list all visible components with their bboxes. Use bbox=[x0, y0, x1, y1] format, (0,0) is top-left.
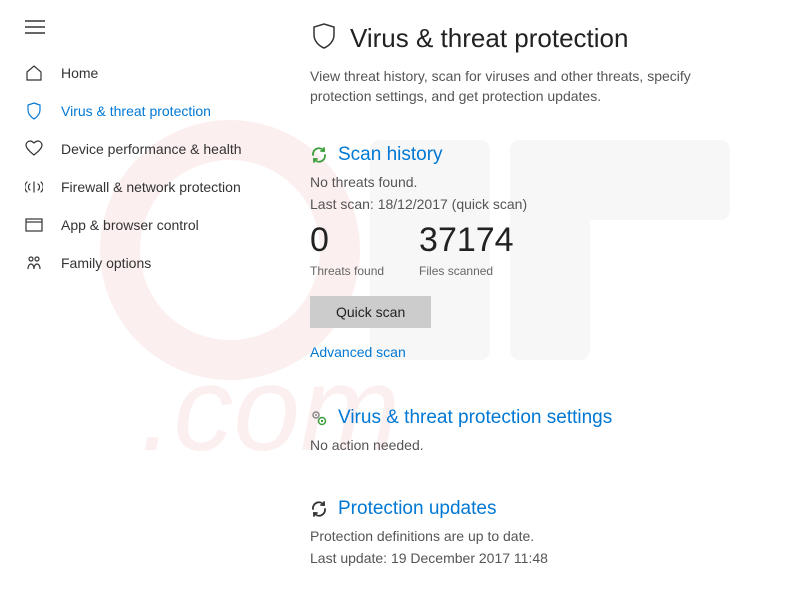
network-icon bbox=[25, 178, 43, 196]
sidebar: Home Virus & threat protection Device pe… bbox=[0, 0, 275, 591]
main-content: Virus & threat protection View threat hi… bbox=[275, 0, 790, 591]
sidebar-item-family[interactable]: Family options bbox=[0, 244, 275, 282]
shield-icon bbox=[25, 102, 43, 120]
sidebar-item-label: Family options bbox=[61, 255, 151, 271]
page-description: View threat history, scan for viruses an… bbox=[310, 67, 740, 106]
gear-icon bbox=[310, 409, 328, 427]
sidebar-item-label: Device performance & health bbox=[61, 141, 242, 157]
refresh-icon bbox=[310, 146, 328, 164]
sidebar-item-virus-threat[interactable]: Virus & threat protection bbox=[0, 92, 275, 130]
refresh-icon bbox=[310, 500, 328, 518]
threats-count: 0 bbox=[310, 222, 384, 259]
settings-header[interactable]: Virus & threat protection settings bbox=[310, 407, 750, 429]
sidebar-item-app-browser[interactable]: App & browser control bbox=[0, 206, 275, 244]
files-scanned-stat: 37174 Files scanned bbox=[419, 222, 514, 277]
hamburger-icon bbox=[25, 20, 45, 34]
no-threats-text: No threats found. bbox=[310, 174, 750, 190]
page-title: Virus & threat protection bbox=[350, 23, 628, 54]
heart-icon bbox=[25, 140, 43, 158]
home-icon bbox=[25, 64, 43, 82]
threats-found-stat: 0 Threats found bbox=[310, 222, 384, 277]
sidebar-item-firewall[interactable]: Firewall & network protection bbox=[0, 168, 275, 206]
files-label: Files scanned bbox=[419, 264, 514, 278]
sidebar-item-label: Home bbox=[61, 65, 98, 81]
settings-status: No action needed. bbox=[310, 437, 750, 453]
last-update-text: Last update: 19 December 2017 11:48 bbox=[310, 550, 750, 566]
scan-history-link: Scan history bbox=[338, 144, 443, 166]
threats-label: Threats found bbox=[310, 264, 384, 278]
updates-status: Protection definitions are up to date. bbox=[310, 528, 750, 544]
quick-scan-button[interactable]: Quick scan bbox=[310, 296, 431, 328]
advanced-scan-link[interactable]: Advanced scan bbox=[310, 344, 406, 360]
settings-link: Virus & threat protection settings bbox=[338, 407, 612, 429]
sidebar-item-label: Virus & threat protection bbox=[61, 103, 211, 119]
scan-history-header[interactable]: Scan history bbox=[310, 144, 750, 166]
hamburger-menu-button[interactable] bbox=[0, 20, 275, 54]
page-header: Virus & threat protection bbox=[310, 22, 750, 55]
last-scan-text: Last scan: 18/12/2017 (quick scan) bbox=[310, 196, 750, 212]
protection-updates-header[interactable]: Protection updates bbox=[310, 498, 750, 520]
family-icon bbox=[25, 254, 43, 272]
files-count: 37174 bbox=[419, 222, 514, 259]
sidebar-item-home[interactable]: Home bbox=[0, 54, 275, 92]
shield-icon bbox=[310, 22, 338, 55]
protection-updates-link: Protection updates bbox=[338, 498, 496, 520]
scan-stats: 0 Threats found 37174 Files scanned bbox=[310, 222, 750, 277]
sidebar-item-label: App & browser control bbox=[61, 217, 199, 233]
window-icon bbox=[25, 216, 43, 234]
sidebar-item-label: Firewall & network protection bbox=[61, 179, 241, 195]
sidebar-item-device-health[interactable]: Device performance & health bbox=[0, 130, 275, 168]
